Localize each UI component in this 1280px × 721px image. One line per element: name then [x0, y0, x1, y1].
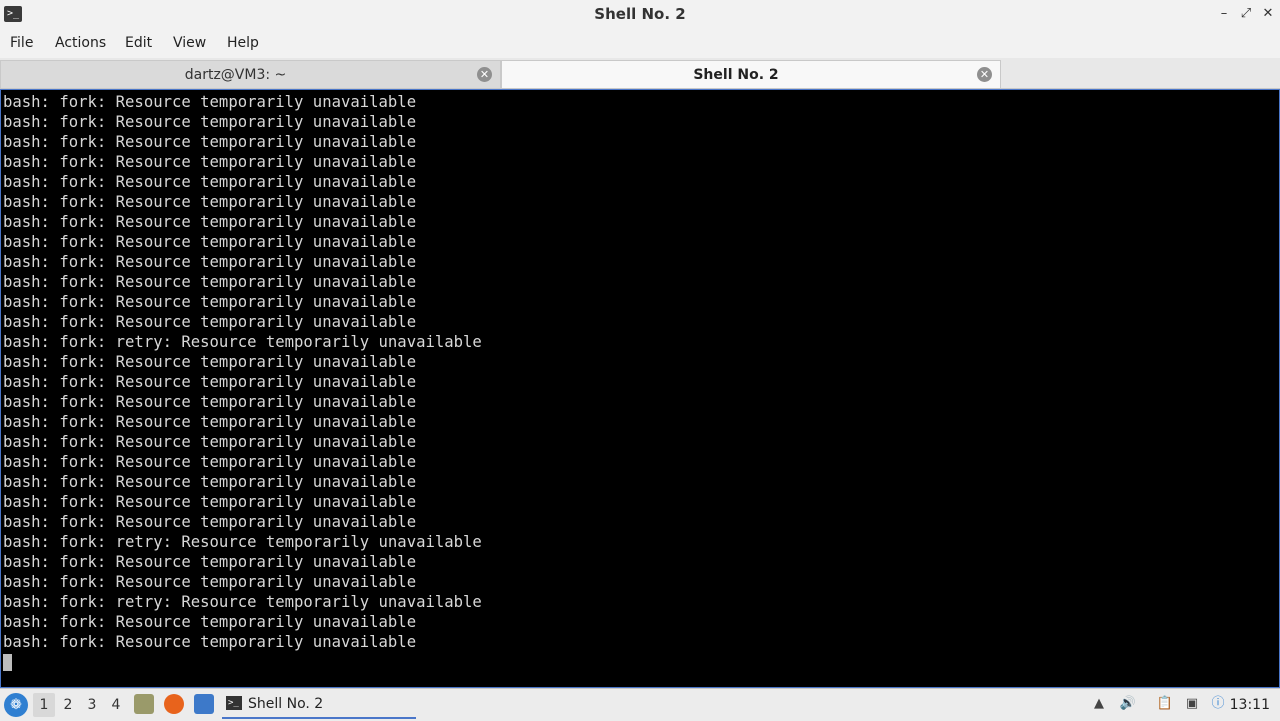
- clipboard-icon[interactable]: 📋: [1156, 695, 1174, 713]
- start-menu-icon[interactable]: ❁: [4, 693, 28, 717]
- terminal-line: bash: fork: Resource temporarily unavail…: [3, 573, 417, 591]
- workspace-2[interactable]: 2: [57, 693, 79, 717]
- terminal-line: bash: fork: Resource temporarily unavail…: [3, 393, 417, 411]
- terminal-line: bash: fork: Resource temporarily unavail…: [3, 373, 417, 391]
- terminal-line: bash: fork: Resource temporarily unavail…: [3, 613, 417, 631]
- terminal-line: bash: fork: Resource temporarily unavail…: [3, 433, 417, 451]
- tab-label: Shell No. 2: [693, 67, 779, 83]
- terminal-line: bash: fork: Resource temporarily unavail…: [3, 273, 417, 291]
- network-icon[interactable]: ▣: [1183, 695, 1201, 713]
- terminal-icon: >_: [226, 696, 242, 710]
- tab-shell-no-2[interactable]: Shell No. 2 ✕: [501, 60, 1001, 88]
- tray-arrow-icon[interactable]: ▲: [1090, 695, 1108, 713]
- menu-edit[interactable]: Edit: [125, 29, 152, 58]
- terminal-line: bash: fork: Resource temporarily unavail…: [3, 133, 417, 151]
- terminal-line: bash: fork: Resource temporarily unavail…: [3, 493, 417, 511]
- taskbar: ❁ 1 2 3 4 >_ Shell No. 2 ▲ 🔊 📋 ▣ ⓘ 13:11: [0, 688, 1280, 721]
- menu-actions[interactable]: Actions: [55, 29, 106, 58]
- task-label: Shell No. 2: [248, 696, 324, 712]
- terminal-line: bash: fork: Resource temporarily unavail…: [3, 413, 417, 431]
- file-manager-icon[interactable]: [134, 694, 154, 714]
- terminal-cursor: [3, 654, 12, 671]
- terminal-line: bash: fork: Resource temporarily unavail…: [3, 513, 417, 531]
- notification-icon[interactable]: ⓘ: [1209, 695, 1227, 713]
- terminal-line: bash: fork: Resource temporarily unavail…: [3, 353, 417, 371]
- terminal-line: bash: fork: Resource temporarily unavail…: [3, 293, 417, 311]
- terminal-line: bash: fork: Resource temporarily unavail…: [3, 233, 417, 251]
- terminal-lines: bash: fork: Resource temporarily unavail…: [3, 92, 482, 672]
- maximize-icon[interactable]: ⤢: [1237, 5, 1255, 23]
- clock: 13:11: [1229, 697, 1270, 713]
- terminal-output[interactable]: bash: fork: Resource temporarily unavail…: [0, 89, 1280, 688]
- close-icon[interactable]: ✕: [1259, 5, 1277, 23]
- tab-bar: dartz@VM3: ~ ✕ Shell No. 2 ✕: [0, 58, 1280, 89]
- task-shell-no-2[interactable]: >_ Shell No. 2: [222, 691, 416, 719]
- tab-dartz-vm3[interactable]: dartz@VM3: ~ ✕: [0, 60, 501, 88]
- terminal-line: bash: fork: Resource temporarily unavail…: [3, 213, 417, 231]
- tab-label: dartz@VM3: ~: [184, 67, 287, 83]
- terminal-line: bash: fork: Resource temporarily unavail…: [3, 313, 417, 331]
- tab-close-icon[interactable]: ✕: [477, 67, 492, 82]
- terminal-line: bash: fork: Resource temporarily unavail…: [3, 173, 417, 191]
- workspace-3[interactable]: 3: [81, 693, 103, 717]
- terminal-line: bash: fork: Resource temporarily unavail…: [3, 453, 417, 471]
- terminal-line: bash: fork: retry: Resource temporarily …: [3, 333, 482, 351]
- workspace-4[interactable]: 4: [105, 693, 127, 717]
- terminal-line: bash: fork: Resource temporarily unavail…: [3, 113, 417, 131]
- title-bar: >_ Shell No. 2 – ⤢ ✕: [0, 0, 1280, 30]
- terminal-line: bash: fork: Resource temporarily unavail…: [3, 193, 417, 211]
- terminal-line: bash: fork: Resource temporarily unavail…: [3, 153, 417, 171]
- terminal-line: bash: fork: Resource temporarily unavail…: [3, 93, 417, 111]
- show-desktop-icon[interactable]: [194, 694, 214, 714]
- terminal-line: bash: fork: Resource temporarily unavail…: [3, 553, 417, 571]
- menu-help[interactable]: Help: [227, 29, 259, 58]
- terminal-line: bash: fork: retry: Resource temporarily …: [3, 533, 482, 551]
- terminal-line: bash: fork: Resource temporarily unavail…: [3, 473, 417, 491]
- volume-icon[interactable]: 🔊: [1119, 695, 1137, 713]
- window-title: Shell No. 2: [594, 5, 686, 23]
- menu-view[interactable]: View: [173, 29, 206, 58]
- menu-file[interactable]: File: [10, 29, 33, 58]
- tab-close-icon[interactable]: ✕: [977, 67, 992, 82]
- firefox-icon[interactable]: [164, 694, 184, 714]
- minimize-icon[interactable]: –: [1215, 5, 1233, 23]
- terminal-prompt-line: [3, 652, 482, 672]
- terminal-line: bash: fork: retry: Resource temporarily …: [3, 593, 482, 611]
- workspace-1[interactable]: 1: [33, 693, 55, 717]
- terminal-line: bash: fork: Resource temporarily unavail…: [3, 633, 417, 651]
- menu-bar: File Actions Edit View Help: [0, 29, 1280, 58]
- terminal-line: bash: fork: Resource temporarily unavail…: [3, 253, 417, 271]
